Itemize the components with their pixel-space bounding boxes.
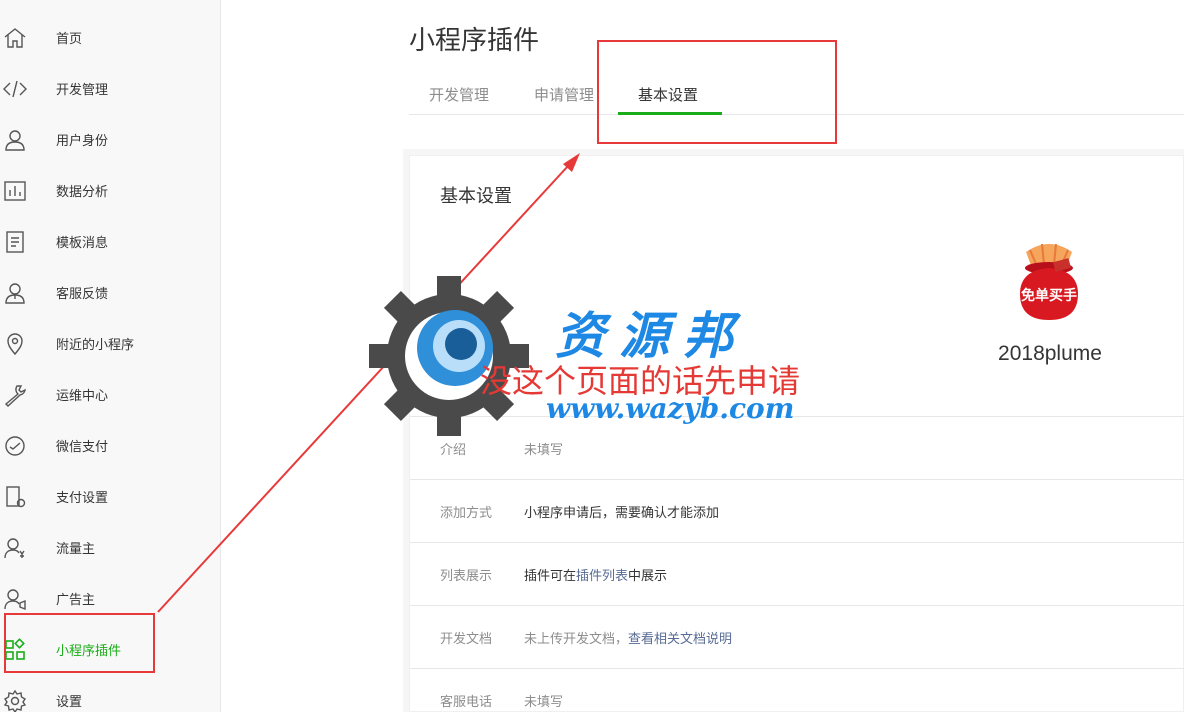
gear-icon bbox=[2, 688, 28, 712]
info-value-suffix: 中展示 bbox=[628, 569, 668, 584]
info-label: 客服电话 bbox=[440, 695, 493, 710]
sidebar-item-label: 客服反馈 bbox=[56, 287, 109, 302]
plugin-name: 2018plume bbox=[998, 342, 1102, 365]
sidebar-item-label: 运维中心 bbox=[56, 389, 109, 404]
tab-application-management[interactable]: 申请管理 bbox=[534, 72, 594, 115]
sidebar-item-label: 首页 bbox=[56, 32, 83, 47]
plugin-avatar: 免单买手 bbox=[1006, 238, 1092, 324]
sidebar-item-customer-feedback[interactable]: 客服反馈 bbox=[0, 267, 221, 318]
sidebar-item-data-analysis[interactable]: 数据分析 bbox=[0, 165, 221, 216]
info-value-prefix: 未上传开发文档， bbox=[524, 632, 629, 647]
info-row-add-method: 添加方式 小程序申请后，需要确认才能添加 bbox=[410, 479, 1184, 542]
sidebar-item-label: 支付设置 bbox=[56, 491, 109, 506]
tab-dev-management[interactable]: 开发管理 bbox=[429, 72, 489, 115]
location-pin-icon bbox=[2, 331, 28, 357]
sidebar-item-label: 流量主 bbox=[56, 542, 96, 557]
sidebar-item-label: 数据分析 bbox=[56, 185, 109, 200]
info-value: 未上传开发文档，查看相关文档说明 bbox=[524, 628, 732, 647]
sidebar-item-wechat-pay[interactable]: 微信支付 bbox=[0, 420, 221, 471]
sidebar-item-label: 微信支付 bbox=[56, 440, 109, 455]
sidebar-item-label: 广告主 bbox=[56, 593, 96, 608]
sidebar-item-label: 模板消息 bbox=[56, 236, 109, 251]
home-icon bbox=[2, 25, 28, 51]
info-value: 小程序申请后，需要确认才能添加 bbox=[524, 506, 720, 521]
view-docs-link[interactable]: 查看相关文档说明 bbox=[628, 632, 732, 647]
sidebar-item-traffic-owner[interactable]: 流量主 bbox=[0, 522, 221, 573]
annotation-box-sidebar bbox=[4, 613, 155, 673]
wrench-icon bbox=[2, 382, 28, 408]
customer-service-icon bbox=[2, 280, 28, 306]
page-title: 小程序插件 bbox=[409, 26, 540, 56]
sidebar: 首页 开发管理 用户身份 数据分析 模板消息 客服反馈 附近的小程序 运维中心 … bbox=[0, 0, 221, 712]
info-label: 开发文档 bbox=[440, 632, 493, 647]
sidebar-item-user-identity[interactable]: 用户身份 bbox=[0, 114, 221, 165]
traffic-owner-icon bbox=[2, 535, 28, 561]
sidebar-item-settings[interactable]: 设置 bbox=[0, 675, 221, 712]
info-row-service-phone: 客服电话 未填写 bbox=[410, 668, 1184, 712]
sidebar-item-nearby-miniprogram[interactable]: 附近的小程序 bbox=[0, 318, 221, 369]
advertiser-icon bbox=[2, 586, 28, 612]
sidebar-item-label: 附近的小程序 bbox=[56, 338, 135, 353]
plugin-list-link[interactable]: 插件列表 bbox=[576, 569, 628, 584]
info-row-list-display: 列表展示 插件可在插件列表中展示 bbox=[410, 542, 1184, 605]
info-label: 介绍 bbox=[440, 443, 467, 458]
info-value: 插件可在插件列表中展示 bbox=[524, 565, 667, 584]
info-label: 列表展示 bbox=[440, 569, 493, 584]
code-icon bbox=[2, 76, 28, 102]
annotation-box-tab bbox=[597, 40, 837, 144]
payment-icon bbox=[2, 433, 28, 459]
payment-settings-icon bbox=[2, 484, 28, 510]
sidebar-item-home[interactable]: 首页 bbox=[0, 12, 221, 63]
sidebar-item-payment-settings[interactable]: 支付设置 bbox=[0, 471, 221, 522]
card-title: 基本设置 bbox=[440, 186, 512, 207]
plugin-avatar-text: 免单买手 bbox=[1021, 287, 1077, 304]
document-icon bbox=[2, 229, 28, 255]
sidebar-item-ops-center[interactable]: 运维中心 bbox=[0, 369, 221, 420]
sidebar-item-template-message[interactable]: 模板消息 bbox=[0, 216, 221, 267]
info-value: 未填写 bbox=[524, 695, 564, 710]
sidebar-item-label: 设置 bbox=[56, 695, 83, 710]
info-value-prefix: 插件可在 bbox=[524, 569, 577, 584]
sidebar-item-dev-management[interactable]: 开发管理 bbox=[0, 63, 221, 114]
info-value: 未填写 bbox=[524, 443, 564, 458]
info-label: 添加方式 bbox=[440, 506, 493, 521]
user-icon bbox=[2, 127, 28, 153]
sidebar-item-label: 开发管理 bbox=[56, 83, 109, 98]
bar-chart-icon bbox=[2, 178, 28, 204]
watermark-url: www.wazyb.com bbox=[546, 392, 795, 425]
info-row-dev-docs: 开发文档 未上传开发文档，查看相关文档说明 bbox=[410, 605, 1184, 668]
sidebar-item-label: 用户身份 bbox=[56, 134, 109, 149]
